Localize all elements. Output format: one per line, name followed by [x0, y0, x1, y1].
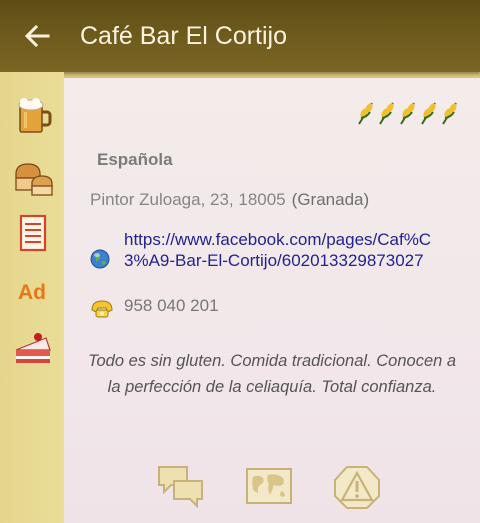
wheat-ear-icon: [421, 102, 436, 125]
gluten-free-rating: [356, 100, 460, 126]
street-address: Pintor Zuloaga, 23, 18005: [90, 190, 286, 209]
world-map-icon[interactable]: [244, 463, 294, 511]
city: (Granada): [291, 190, 370, 209]
page-title: Café Bar El Cortijo: [80, 22, 288, 50]
restaurant-detail-card: Española Pintor Zuloaga, 23, 18005 (Grana…: [64, 78, 480, 523]
beer-mug-icon[interactable]: [12, 94, 54, 136]
wheat-ear-icon: [442, 102, 457, 125]
bread-icon[interactable]: [12, 156, 54, 198]
category-sidebar: Ad: [0, 72, 64, 523]
cuisine-type: Española: [97, 150, 173, 169]
action-bar: [64, 463, 480, 513]
review-description: Todo es sin gluten. Comida tradicional. …: [87, 352, 457, 396]
cake-icon[interactable]: [12, 324, 54, 366]
wheat-ear-icon: [379, 102, 394, 125]
website-link[interactable]: https://www.facebook.com/pages/Caf%C3%A9…: [124, 229, 444, 271]
menu-list-icon[interactable]: [12, 212, 54, 254]
wheat-ear-icon: [400, 102, 415, 125]
wheat-ear-icon: [358, 102, 373, 125]
arrow-left-icon: [24, 25, 50, 47]
back-button[interactable]: [18, 18, 56, 54]
app-bar: Café Bar El Cortijo: [0, 0, 480, 72]
warning-icon[interactable]: [332, 463, 382, 511]
phone-number: 958 040 201: [124, 296, 219, 315]
globe-icon: [90, 249, 110, 269]
phone-icon: [91, 300, 113, 318]
chat-bubbles-icon[interactable]: [156, 463, 206, 511]
ad-icon[interactable]: Ad: [18, 278, 52, 308]
address[interactable]: Pintor Zuloaga, 23, 18005 (Granada): [90, 190, 369, 210]
